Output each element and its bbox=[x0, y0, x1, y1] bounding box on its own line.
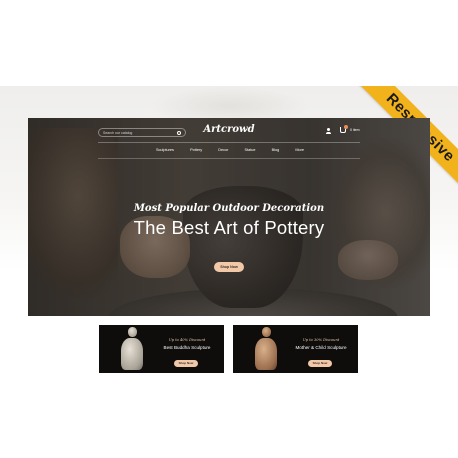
nav-item-statue[interactable]: Statue bbox=[245, 148, 256, 152]
hero-banner: Search our catalog Artcrowd 0 item Sculp… bbox=[28, 118, 430, 316]
main-nav: Sculptures Pottery Decor Statue Blog Mor… bbox=[156, 148, 304, 152]
nav-item-sculptures[interactable]: Sculptures bbox=[156, 148, 174, 152]
search-input[interactable]: Search our catalog bbox=[98, 128, 186, 137]
header-divider bbox=[98, 142, 360, 143]
mother-child-statue-image bbox=[251, 327, 281, 373]
cart-badge bbox=[344, 125, 348, 129]
nav-divider bbox=[98, 158, 360, 159]
promo-title: Mother & Child Sculpture bbox=[295, 345, 347, 350]
hero-subtitle: Most Popular Outdoor Decoration bbox=[133, 203, 325, 214]
nav-item-more[interactable]: More bbox=[295, 148, 304, 152]
promo-banner-mother-child[interactable]: Up to 30% Discount Mother & Child Sculpt… bbox=[233, 325, 358, 373]
promo-discount-text: Up to 30% Discount bbox=[302, 338, 340, 342]
promo-shop-now-button[interactable]: Shop Now bbox=[174, 360, 198, 367]
promo-shop-now-button[interactable]: Shop Now bbox=[308, 360, 332, 367]
cart-count[interactable]: 0 item bbox=[350, 128, 360, 132]
site-logo[interactable]: Artcrowd bbox=[198, 124, 260, 135]
promo-discount-text: Up to 40% Discount bbox=[168, 338, 206, 342]
promo-title: Best Buddha Sculpture bbox=[163, 345, 211, 350]
user-icon[interactable] bbox=[326, 128, 331, 134]
nav-item-blog[interactable]: Blog bbox=[272, 148, 280, 152]
promo-banner-buddha[interactable]: Up to 40% Discount Best Buddha Sculpture… bbox=[99, 325, 224, 373]
hero-title: The Best Art of Pottery bbox=[133, 217, 325, 238]
buddha-statue-image bbox=[117, 327, 147, 373]
hero-shop-now-button[interactable]: Shop Now bbox=[214, 262, 244, 272]
search-placeholder: Search our catalog bbox=[103, 130, 133, 135]
nav-item-pottery[interactable]: Pottery bbox=[190, 148, 202, 152]
search-icon[interactable] bbox=[177, 130, 181, 135]
nav-item-decor[interactable]: Decor bbox=[218, 148, 228, 152]
